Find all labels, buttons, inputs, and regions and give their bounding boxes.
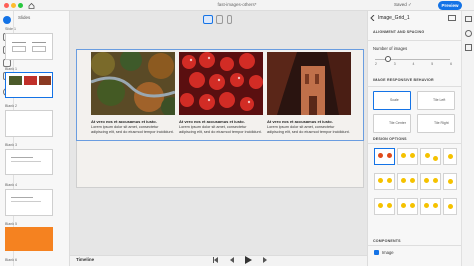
design-option[interactable] bbox=[374, 198, 395, 215]
design-option[interactable] bbox=[397, 198, 418, 215]
right-toolbar bbox=[461, 11, 474, 266]
forest-river-image[interactable] bbox=[91, 52, 175, 115]
image-component-label: Image bbox=[382, 250, 394, 255]
design-option[interactable] bbox=[420, 173, 441, 190]
red-berries-image[interactable] bbox=[179, 52, 263, 115]
shape-icon[interactable] bbox=[3, 59, 11, 67]
design-option[interactable] bbox=[374, 148, 395, 165]
slide-thumbnail-selected[interactable] bbox=[5, 72, 53, 98]
slide-thumbnail[interactable] bbox=[5, 110, 53, 137]
skip-back-icon[interactable] bbox=[213, 257, 219, 263]
section-responsive[interactable]: IMAGE RESPONSIVE BEHAVIOR bbox=[373, 78, 434, 82]
card-heading: At vero eos et accusamus et iusto. bbox=[91, 119, 157, 124]
tile-right-option[interactable]: Tile Right bbox=[417, 114, 455, 133]
style-icon[interactable] bbox=[465, 30, 472, 37]
timeline-label[interactable]: Timeline bbox=[76, 257, 94, 262]
tablet-icon[interactable] bbox=[216, 15, 223, 24]
slide-label: Blank 1 bbox=[5, 67, 17, 71]
section-components[interactable]: COMPONENTS bbox=[373, 239, 401, 243]
slide-thumbnail[interactable] bbox=[5, 149, 53, 175]
step-forward-icon[interactable] bbox=[262, 257, 268, 263]
panel-toggle-icon[interactable] bbox=[448, 15, 456, 21]
tile-left-option[interactable]: Tile Left bbox=[417, 91, 455, 110]
desktop-icon[interactable] bbox=[203, 15, 213, 24]
card-heading: At vero eos et accusamus et iusto. bbox=[179, 119, 245, 124]
design-option[interactable] bbox=[443, 173, 457, 190]
slides-heading: Slides bbox=[18, 15, 31, 20]
canyon-building-image[interactable] bbox=[267, 52, 351, 115]
slider-ticks: 23456 bbox=[375, 62, 452, 66]
design-option[interactable] bbox=[374, 173, 395, 190]
properties-icon[interactable] bbox=[465, 16, 472, 22]
design-option[interactable] bbox=[397, 148, 418, 165]
slide-label: Blank 6 bbox=[5, 258, 17, 262]
image-checkbox[interactable] bbox=[374, 250, 379, 255]
slide-thumbnail[interactable] bbox=[5, 227, 53, 251]
preview-button[interactable]: Preview bbox=[438, 1, 462, 10]
card-heading: At vero eos et accusamus et iusto. bbox=[267, 119, 333, 124]
slide-label: Blank 5 bbox=[5, 222, 17, 226]
saved-status: Saved ✓ bbox=[394, 2, 412, 7]
slide-thumbnail[interactable] bbox=[5, 33, 53, 60]
tile-center-option[interactable]: Tile Center bbox=[373, 114, 411, 133]
interactions-icon[interactable] bbox=[465, 44, 472, 51]
design-option[interactable] bbox=[443, 148, 457, 165]
slide-label: Blank 3 bbox=[5, 143, 17, 147]
section-design[interactable]: DESIGN OPTIONS bbox=[373, 137, 407, 141]
card-body: Lorem ipsum dolor sit amet, consectetur … bbox=[179, 125, 262, 134]
slide-label: Blank 4 bbox=[5, 183, 17, 187]
slide-thumbnail[interactable] bbox=[5, 189, 53, 216]
component-name: Image_Grid_1 bbox=[378, 15, 410, 21]
device-switcher bbox=[203, 15, 239, 24]
slide-label: Blank 2 bbox=[5, 104, 17, 108]
play-icon[interactable] bbox=[245, 256, 252, 264]
scale-option[interactable]: Scale bbox=[373, 91, 411, 110]
step-back-icon[interactable] bbox=[229, 257, 235, 263]
design-option[interactable] bbox=[420, 148, 441, 165]
design-option[interactable] bbox=[397, 173, 418, 190]
mobile-icon[interactable] bbox=[227, 15, 232, 24]
card-body: Lorem ipsum dolor sit amet, consectetur … bbox=[267, 125, 350, 134]
add-icon[interactable] bbox=[3, 16, 11, 24]
design-option[interactable] bbox=[443, 198, 457, 215]
card-body: Lorem ipsum dolor sit amet, consectetur … bbox=[91, 125, 174, 134]
number-of-images-label: Number of images bbox=[373, 46, 408, 51]
slide-label: Slide 1 bbox=[5, 27, 16, 31]
back-icon[interactable] bbox=[370, 15, 376, 21]
section-alignment[interactable]: ALIGNMENT AND SPACING bbox=[373, 30, 424, 34]
design-option[interactable] bbox=[420, 198, 441, 215]
